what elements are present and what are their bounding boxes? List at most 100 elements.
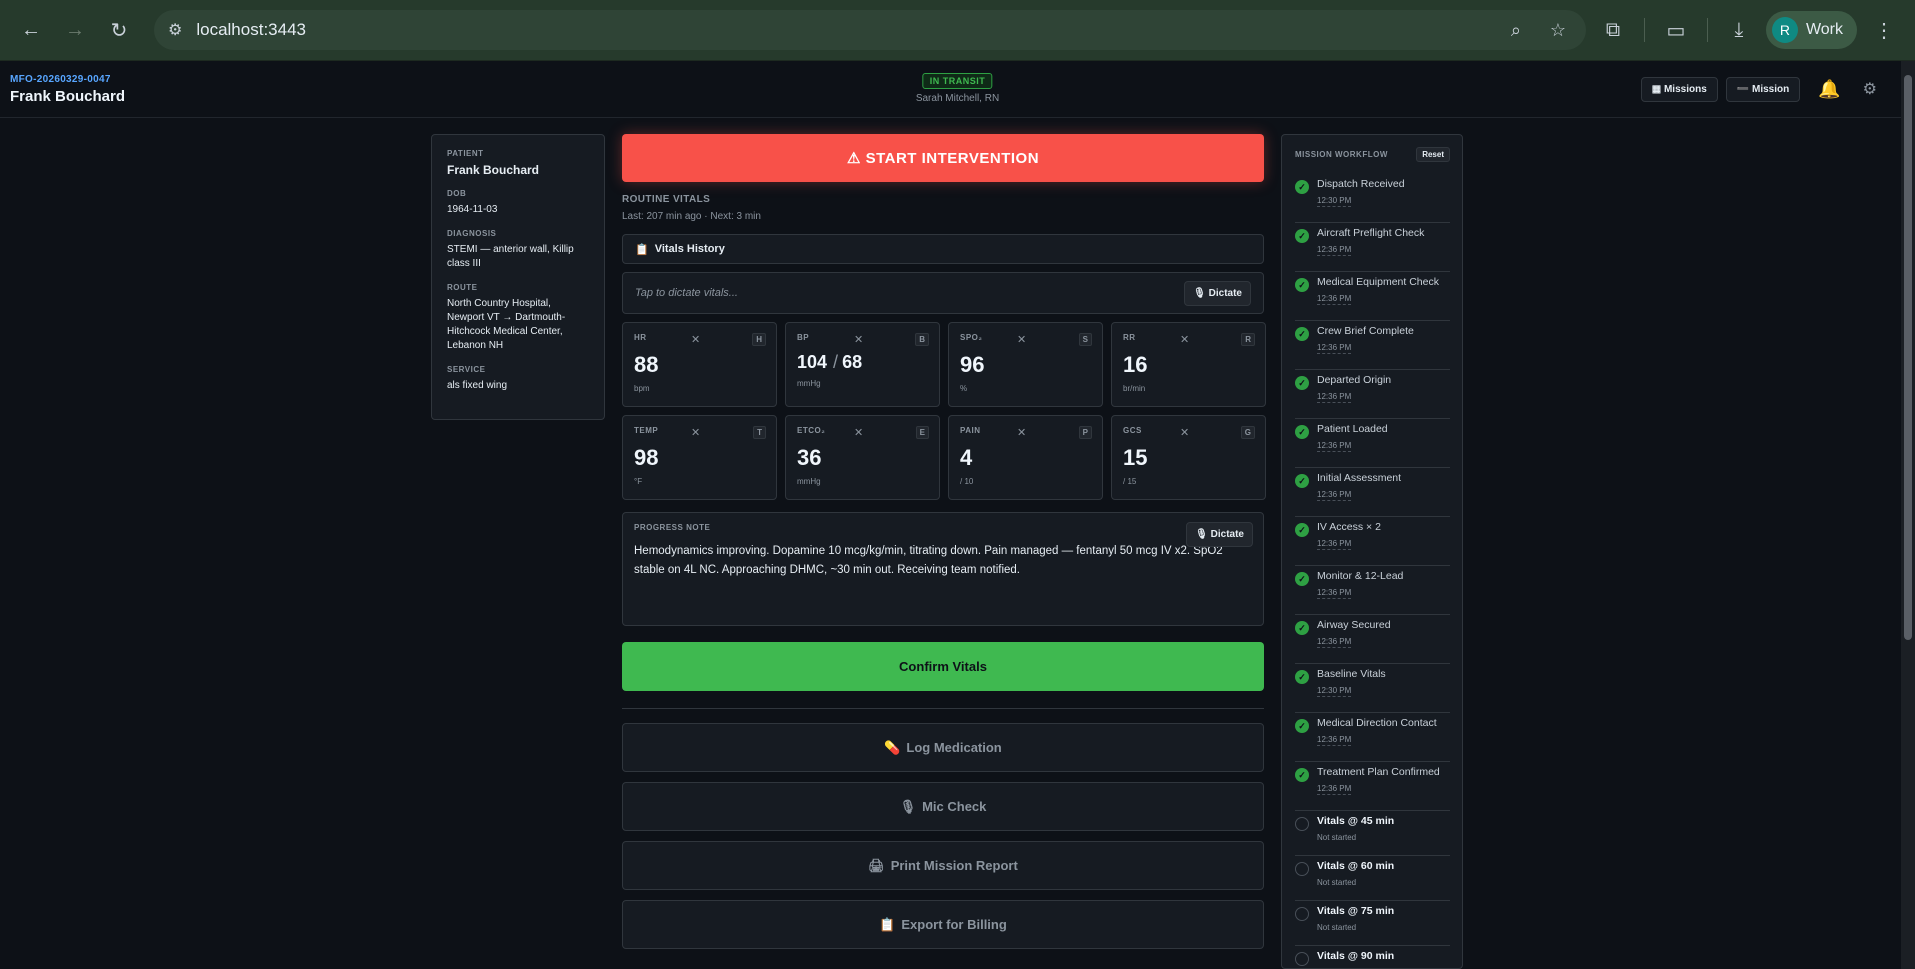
site-settings-icon[interactable]: ⚙ (168, 20, 182, 40)
workflow-step[interactable]: Vitals @ 90 min (1295, 946, 1450, 968)
check-circle-icon[interactable]: ✓ (1295, 719, 1309, 733)
workflow-step[interactable]: ✓ Medical Direction Contact 12:36 PM (1295, 713, 1450, 762)
check-circle-icon[interactable]: ✓ (1295, 229, 1309, 243)
clear-icon[interactable]: ✕ (691, 333, 700, 346)
check-circle-icon[interactable]: ✓ (1295, 572, 1309, 586)
vital-card[interactable]: SPO₂ ✕ S 96% (948, 322, 1103, 407)
dictate-placeholder[interactable]: Tap to dictate vitals... (635, 287, 1184, 299)
url-text[interactable]: localhost:3443 (196, 20, 1488, 40)
extensions-icon[interactable]: ⧉ (1596, 13, 1630, 47)
clear-icon[interactable]: ✕ (854, 426, 863, 439)
start-intervention-button[interactable]: ⚠ START INTERVENTION (622, 134, 1264, 182)
vital-value: 98 (634, 445, 659, 470)
workflow-step[interactable]: ✓ Baseline Vitals 12:30 PM (1295, 664, 1450, 713)
workflow-step-text: Vitals @ 60 min Not started (1317, 860, 1394, 900)
page-scrollbar[interactable] (1901, 61, 1915, 969)
confirm-vitals-button[interactable]: Confirm Vitals (622, 642, 1264, 691)
check-circle-icon[interactable]: ✓ (1295, 621, 1309, 635)
check-circle-icon[interactable]: ✓ (1295, 425, 1309, 439)
dob-label: DOB (447, 189, 467, 198)
print-report-button[interactable]: 🖨 Print Mission Report (622, 841, 1264, 890)
vital-card[interactable]: GCS ✕ G 15/ 15 (1111, 415, 1266, 500)
workflow-step[interactable]: Vitals @ 60 min Not started (1295, 856, 1450, 901)
workflow-step[interactable]: ✓ Crew Brief Complete 12:36 PM (1295, 321, 1450, 370)
workflow-step[interactable]: ✓ Aircraft Preflight Check 12:36 PM (1295, 223, 1450, 272)
check-circle-icon[interactable]: ✓ (1295, 474, 1309, 488)
vital-card[interactable]: TEMP ✕ T 98 °F (622, 415, 777, 500)
address-bar[interactable]: ⚙ localhost:3443 ⌕ ☆ (154, 10, 1586, 50)
dictate-vitals-bar[interactable]: Tap to dictate vitals... 🎙 Dictate (622, 272, 1264, 314)
cast-icon[interactable]: ▭ (1659, 13, 1693, 47)
bell-icon[interactable]: 🔔 (1818, 79, 1840, 100)
workflow-step[interactable]: ✓ Initial Assessment 12:36 PM (1295, 468, 1450, 517)
vital-unit: mmHg (797, 379, 821, 388)
check-circle-icon[interactable]: ✓ (1295, 670, 1309, 684)
empty-circle-icon[interactable] (1295, 817, 1309, 831)
clear-icon[interactable]: ✕ (854, 333, 863, 346)
vital-card[interactable]: PAIN ✕ P 4/ 10 (948, 415, 1103, 500)
workflow-step[interactable]: Vitals @ 75 min Not started (1295, 901, 1450, 946)
profile-button[interactable]: R Work (1765, 11, 1857, 49)
check-circle-icon[interactable]: ✓ (1295, 376, 1309, 390)
browser-menu-icon[interactable]: ⋮ (1867, 13, 1901, 47)
scrollbar-thumb[interactable] (1904, 75, 1912, 640)
log-medication-button[interactable]: 💊 Log Medication (622, 723, 1264, 772)
new-mission-button[interactable]: ➖ Mission (1725, 76, 1801, 102)
workflow-step[interactable]: Vitals @ 45 min Not started (1295, 811, 1450, 856)
mic-check-button[interactable]: 🎙 Mic Check (622, 782, 1264, 831)
workflow-step[interactable]: ✓ Departed Origin 12:36 PM (1295, 370, 1450, 419)
vital-card[interactable]: BP ✕ B 104/68 mmHg (785, 322, 940, 407)
check-circle-icon[interactable]: ✓ (1295, 180, 1309, 194)
workflow-step-time: 12:36 PM (1317, 637, 1352, 648)
vital-value: 96 (960, 352, 985, 377)
workflow-step[interactable]: ✓ Airway Secured 12:36 PM (1295, 615, 1450, 664)
progress-dictate-button[interactable]: 🎙 Dictate (1186, 522, 1253, 547)
empty-circle-icon[interactable] (1295, 907, 1309, 921)
check-circle-icon[interactable]: ✓ (1295, 768, 1309, 782)
clear-icon[interactable]: ✕ (1017, 333, 1026, 346)
workflow-step-label: Initial Assessment (1317, 472, 1402, 484)
workflow-step-text: Dispatch Received 12:30 PM (1317, 178, 1405, 222)
back-icon[interactable]: ← (14, 13, 48, 47)
empty-circle-icon[interactable] (1295, 952, 1309, 966)
vital-card[interactable]: RR ✕ R 16 br/min (1111, 322, 1266, 407)
progress-note-text[interactable]: Hemodynamics improving. Dopamine 10 mcg/… (634, 542, 1252, 580)
bookmark-star-icon[interactable]: ☆ (1544, 20, 1572, 41)
vital-card[interactable]: ETCO₂ ✕ E 36 mmHg (785, 415, 940, 500)
workflow-step[interactable]: ✓ Dispatch Received 12:30 PM (1295, 174, 1450, 223)
clear-icon[interactable]: ✕ (1180, 333, 1189, 346)
forward-icon[interactable]: → (58, 13, 92, 47)
vital-card[interactable]: HR ✕ H 88 bpm (622, 322, 777, 407)
workflow-step[interactable]: ✓ Treatment Plan Confirmed 12:36 PM (1295, 762, 1450, 811)
workflow-step-label: Vitals @ 90 min (1317, 950, 1395, 962)
reload-icon[interactable]: ↻ (102, 13, 136, 47)
dictate-button[interactable]: 🎙 Dictate (1184, 280, 1251, 306)
export-billing-button[interactable]: 📋 Export for Billing (622, 900, 1264, 949)
last-vitals: Last: 207 min ago (622, 211, 702, 222)
reset-button[interactable]: Reset (1416, 147, 1450, 162)
check-circle-icon[interactable]: ✓ (1295, 523, 1309, 537)
empty-circle-icon[interactable] (1295, 862, 1309, 876)
mission-identity: MFO-20260329-0047 Frank Bouchard (10, 74, 125, 105)
vital-value-diastolic: 68 (842, 352, 863, 372)
check-circle-icon[interactable]: ✓ (1295, 278, 1309, 292)
shortcut-key: H (752, 333, 766, 346)
check-circle-icon[interactable]: ✓ (1295, 327, 1309, 341)
mic-check-label: Mic Check (922, 799, 987, 814)
workflow-step[interactable]: ✓ Patient Loaded 12:36 PM (1295, 419, 1450, 468)
download-icon[interactable]: ⤓ (1722, 13, 1756, 47)
vitals-history-button[interactable]: 📋 Vitals History (622, 234, 1264, 264)
progress-note[interactable]: PROGRESS NOTE 🎙 Dictate Hemodynamics imp… (622, 512, 1264, 626)
workflow-step[interactable]: ✓ IV Access × 2 12:36 PM (1295, 517, 1450, 566)
crew-name: Sarah Mitchell, RN (915, 93, 1000, 104)
clear-icon[interactable]: ✕ (1017, 426, 1026, 439)
missions-button[interactable]: ▦ Missions (1640, 76, 1718, 102)
clear-icon[interactable]: ✕ (691, 426, 700, 439)
workflow-step-label: Patient Loaded (1317, 423, 1388, 435)
workflow-step[interactable]: ✓ Medical Equipment Check 12:36 PM (1295, 272, 1450, 321)
workflow-title: MISSION WORKFLOW (1295, 150, 1388, 159)
gear-icon[interactable]: ⚙ (1863, 79, 1877, 99)
workflow-step[interactable]: ✓ Monitor & 12-Lead 12:36 PM (1295, 566, 1450, 615)
zoom-icon[interactable]: ⌕ (1502, 20, 1530, 41)
clear-icon[interactable]: ✕ (1180, 426, 1189, 439)
